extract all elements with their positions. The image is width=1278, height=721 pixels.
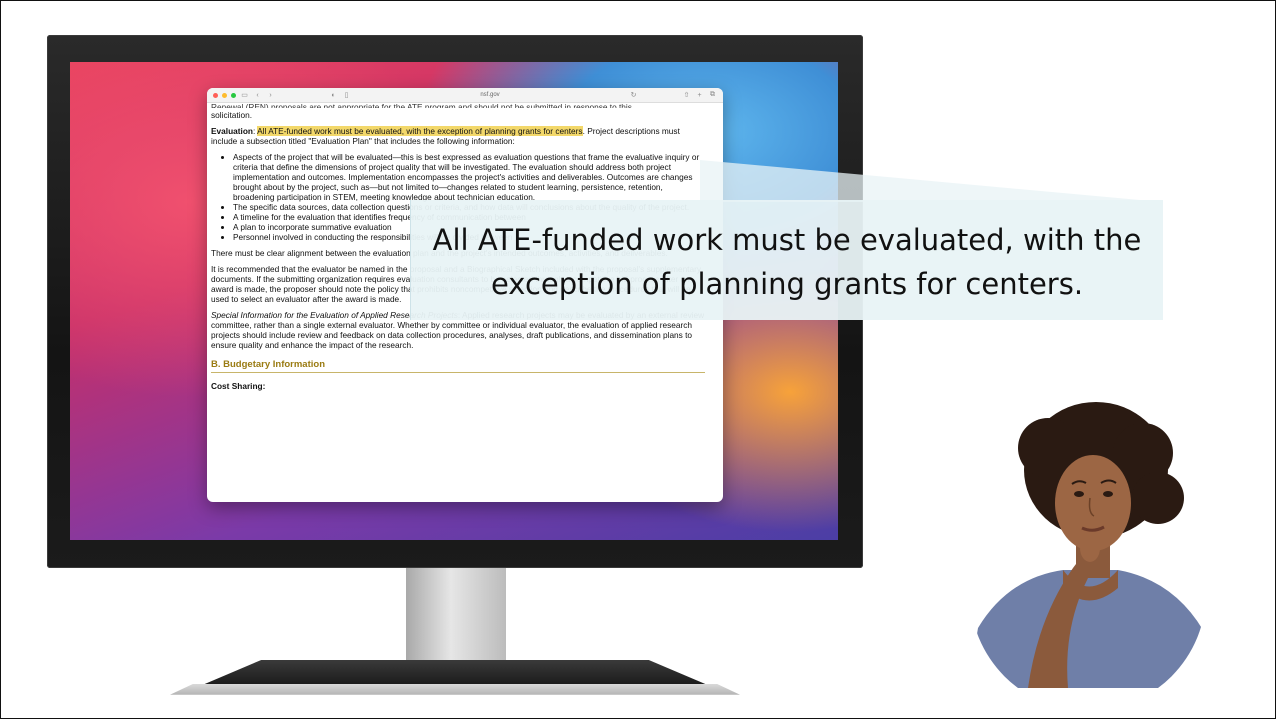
monitor-stand-neck [406,568,506,668]
tab-overview-icon[interactable]: ⧉ [708,91,717,99]
browser-toolbar: ▭ ‹ › ◐ ▯ nsf.gov ↻ ⇧ + ⧉ [207,88,723,103]
list-item: Aspects of the project that will be eval… [233,152,705,202]
cost-sharing-heading: Cost Sharing: [211,381,266,391]
zoom-window-button[interactable] [231,92,236,98]
thinking-woman-image [970,402,1206,688]
address-bar[interactable]: nsf.gov [355,92,625,98]
page-menu-icon[interactable]: ▯ [342,91,351,99]
share-icon[interactable]: ⇧ [682,91,691,99]
solicitation-text: solicitation. [211,110,253,120]
cut-off-line: Renewal (REN) proposals are not appropri… [211,102,632,108]
evaluation-paragraph: Evaluation: All ATE-funded work must be … [211,126,680,146]
reload-icon[interactable]: ↻ [629,91,638,99]
callout-box: All ATE-funded work must be evaluated, w… [410,200,1163,320]
minimize-window-button[interactable] [222,92,227,98]
callout-line-1: All ATE-funded work must be evaluated, w… [432,223,1142,257]
new-tab-icon[interactable]: + [695,92,704,99]
back-icon[interactable]: ‹ [253,92,262,99]
callout-text: All ATE-funded work must be evaluated, w… [411,218,1163,306]
forward-icon[interactable]: › [266,92,275,99]
section-heading: B. Budgetary Information [211,360,705,373]
shield-icon[interactable]: ◐ [329,92,338,99]
close-window-button[interactable] [213,92,218,98]
monitor-stand-base [170,660,740,706]
evaluation-label: Evaluation [211,126,253,136]
evaluation-highlight: All ATE-funded work must be evaluated, w… [257,126,583,136]
stand-base-edge [170,684,740,695]
sidebar-icon[interactable]: ▭ [240,91,249,99]
stand-base-top [200,660,710,686]
callout-line-2: exception of planning grants for centers… [490,267,1084,301]
